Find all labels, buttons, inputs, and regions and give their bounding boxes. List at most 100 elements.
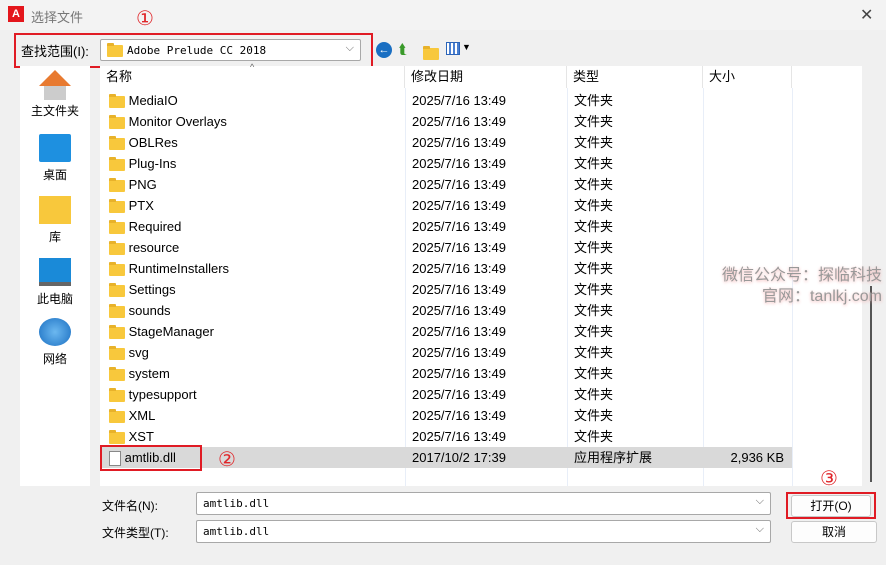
view-menu-chevron-icon[interactable]: ▼ bbox=[462, 42, 471, 52]
sidebar-label: 此电脑 bbox=[36, 292, 73, 306]
file-date: 2025/7/16 13:49 bbox=[412, 387, 506, 402]
file-row[interactable]: StageManager 2025/7/16 13:49 文件夹 bbox=[100, 321, 792, 342]
sidebar-item-desktop[interactable]: 桌面 bbox=[20, 134, 90, 183]
file-date: 2025/7/16 13:49 bbox=[412, 429, 506, 444]
file-row[interactable]: PTX 2025/7/16 13:49 文件夹 bbox=[100, 195, 792, 216]
chevron-down-icon: ⌵ bbox=[345, 42, 354, 54]
folder-icon bbox=[109, 387, 125, 402]
folder-icon bbox=[109, 345, 125, 360]
view-menu-icon[interactable] bbox=[446, 42, 460, 55]
up-folder-icon[interactable]: ⮬ bbox=[399, 41, 407, 58]
back-icon[interactable]: ← bbox=[376, 42, 392, 58]
home-icon bbox=[44, 86, 66, 100]
filename-input[interactable]: amtlib.dll ⌵ bbox=[196, 492, 771, 515]
folder-icon bbox=[109, 177, 125, 192]
file-name: MediaIO bbox=[128, 93, 178, 108]
file-row[interactable]: RuntimeInstallers 2025/7/16 13:49 文件夹 bbox=[100, 258, 792, 279]
file-name: RuntimeInstallers bbox=[128, 261, 230, 276]
cancel-button[interactable]: 取消 bbox=[791, 521, 877, 543]
sidebar-item-library[interactable]: 库 bbox=[20, 196, 90, 245]
places-sidebar: 主文件夹 桌面 库 此电脑 网络 bbox=[20, 66, 90, 486]
close-button[interactable]: ✕ bbox=[860, 5, 873, 25]
file-date: 2025/7/16 13:49 bbox=[412, 219, 506, 234]
sidebar-label: 网络 bbox=[42, 352, 67, 366]
column-header-type[interactable]: 类型 bbox=[567, 66, 703, 88]
file-row[interactable]: XML 2025/7/16 13:49 文件夹 bbox=[100, 405, 792, 426]
file-type: 文件夹 bbox=[574, 408, 614, 423]
folder-icon bbox=[109, 240, 125, 255]
file-type: 文件夹 bbox=[574, 198, 614, 213]
file-row[interactable]: Settings 2025/7/16 13:49 文件夹 bbox=[100, 279, 792, 300]
file-name: svg bbox=[128, 345, 149, 360]
file-size: 2,936 KB bbox=[730, 450, 785, 465]
file-row[interactable]: amtlib.dll 2017/10/2 17:39 应用程序扩展 2,936 … bbox=[100, 447, 792, 468]
file-type: 文件夹 bbox=[574, 387, 614, 402]
folder-icon bbox=[109, 198, 125, 213]
file-name: PNG bbox=[128, 177, 157, 192]
file-date: 2025/7/16 13:49 bbox=[412, 324, 506, 339]
sidebar-item-network[interactable]: 网络 bbox=[20, 318, 90, 367]
folder-icon bbox=[109, 93, 125, 108]
column-header-date[interactable]: 修改日期 bbox=[405, 66, 567, 88]
file-date: 2025/7/16 13:49 bbox=[412, 408, 506, 423]
file-row[interactable]: resource 2025/7/16 13:49 文件夹 bbox=[100, 237, 792, 258]
file-type: 文件夹 bbox=[574, 303, 614, 318]
file-row[interactable]: Required 2025/7/16 13:49 文件夹 bbox=[100, 216, 792, 237]
file-type: 文件夹 bbox=[574, 156, 614, 171]
folder-icon bbox=[109, 135, 125, 150]
highlight-file bbox=[100, 445, 202, 471]
file-date: 2025/7/16 13:49 bbox=[412, 177, 506, 192]
file-row[interactable]: PNG 2025/7/16 13:49 文件夹 bbox=[100, 174, 792, 195]
sidebar-item-this-pc[interactable]: 此电脑 bbox=[20, 258, 90, 307]
folder-icon bbox=[109, 282, 125, 297]
chevron-down-icon[interactable]: ⌵ bbox=[756, 495, 764, 508]
filename-value: amtlib.dll bbox=[203, 497, 270, 510]
file-name: typesupport bbox=[128, 387, 197, 402]
column-header-size[interactable]: 大小 bbox=[703, 66, 792, 88]
file-date: 2025/7/16 13:49 bbox=[412, 282, 506, 297]
file-row[interactable]: Monitor Overlays 2025/7/16 13:49 文件夹 bbox=[100, 111, 792, 132]
file-type: 文件夹 bbox=[574, 366, 614, 381]
computer-icon bbox=[39, 258, 71, 286]
sidebar-item-home[interactable]: 主文件夹 bbox=[20, 70, 90, 119]
desktop-icon bbox=[39, 134, 71, 162]
title-bar bbox=[0, 0, 886, 30]
file-name: XST bbox=[128, 429, 154, 444]
file-date: 2025/7/16 13:49 bbox=[412, 303, 506, 318]
folder-icon bbox=[109, 219, 125, 234]
sidebar-label: 主文件夹 bbox=[30, 104, 79, 118]
file-row[interactable]: OBLRes 2025/7/16 13:49 文件夹 bbox=[100, 132, 792, 153]
file-date: 2025/7/16 13:49 bbox=[412, 240, 506, 255]
filename-label: 文件名(N): bbox=[102, 499, 158, 513]
file-name: Required bbox=[128, 219, 182, 234]
lookin-dropdown[interactable]: Adobe Prelude CC 2018 ⌵ bbox=[100, 39, 361, 61]
file-row[interactable]: MediaIO 2025/7/16 13:49 文件夹 bbox=[100, 90, 792, 111]
sidebar-label: 库 bbox=[48, 230, 61, 244]
file-row[interactable]: sounds 2025/7/16 13:49 文件夹 bbox=[100, 300, 792, 321]
sidebar-label: 桌面 bbox=[42, 168, 67, 182]
annotation-3: ③ bbox=[820, 468, 838, 490]
file-date: 2025/7/16 13:49 bbox=[412, 93, 506, 108]
file-row[interactable]: typesupport 2025/7/16 13:49 文件夹 bbox=[100, 384, 792, 405]
file-type: 文件夹 bbox=[574, 135, 614, 150]
watermark: 微信公众号：探临科技 官网：tanlkj.com bbox=[722, 267, 883, 305]
file-type: 文件夹 bbox=[574, 93, 614, 108]
chevron-down-icon[interactable]: ⌵ bbox=[756, 523, 764, 536]
open-button[interactable]: 打开(O) bbox=[791, 495, 871, 517]
file-row[interactable]: svg 2025/7/16 13:49 文件夹 bbox=[100, 342, 792, 363]
file-type: 文件夹 bbox=[574, 429, 614, 444]
file-row[interactable]: XST 2025/7/16 13:49 文件夹 bbox=[100, 426, 792, 447]
file-name: Plug-Ins bbox=[128, 156, 177, 171]
sort-indicator-icon: ^ bbox=[250, 62, 255, 72]
file-row[interactable]: Plug-Ins 2025/7/16 13:49 文件夹 bbox=[100, 153, 792, 174]
file-name: resource bbox=[128, 240, 180, 255]
file-row[interactable]: system 2025/7/16 13:49 文件夹 bbox=[100, 363, 792, 384]
scrollbar-thumb[interactable] bbox=[870, 286, 872, 482]
file-type: 文件夹 bbox=[574, 345, 614, 360]
filetype-select[interactable]: amtlib.dll ⌵ bbox=[196, 520, 771, 543]
new-folder-icon[interactable] bbox=[423, 45, 439, 60]
filetype-label: 文件类型(T): bbox=[102, 526, 169, 540]
file-date: 2025/7/16 13:49 bbox=[412, 345, 506, 360]
folder-icon bbox=[107, 43, 123, 57]
file-type: 文件夹 bbox=[574, 114, 614, 129]
